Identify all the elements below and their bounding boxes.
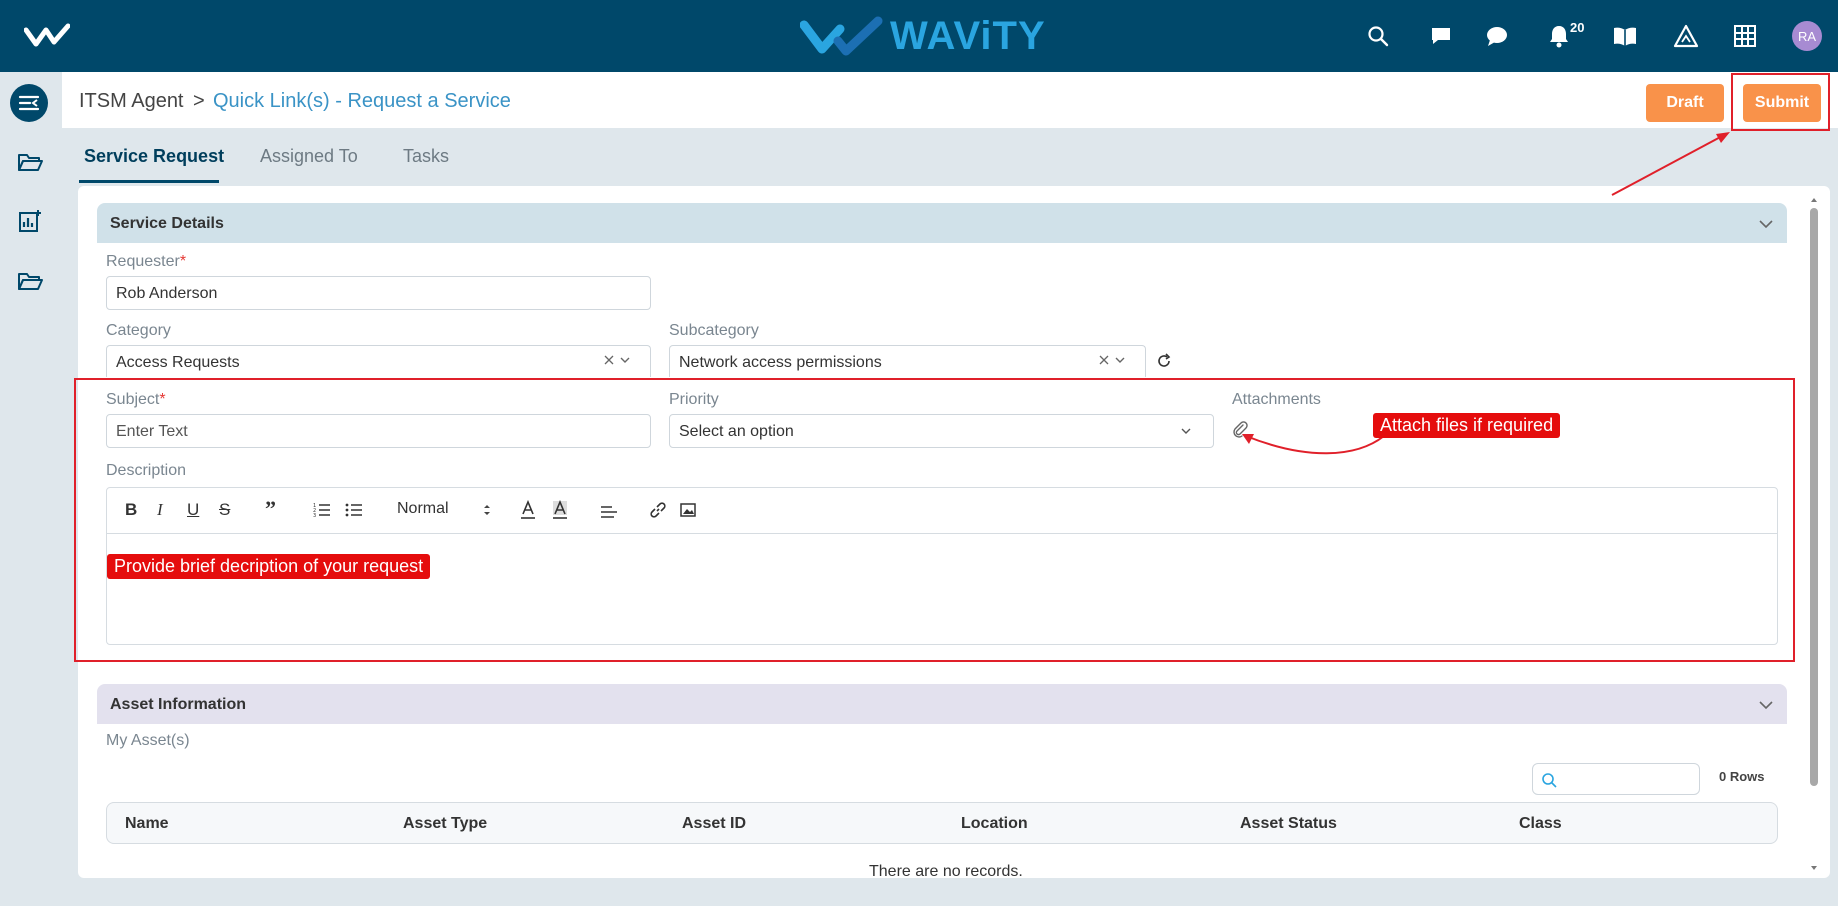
chat-square-icon[interactable] xyxy=(1427,22,1455,50)
active-tab-indicator xyxy=(79,180,219,183)
alert-triangle-icon[interactable] xyxy=(1672,22,1700,50)
column-header-asset-type[interactable]: Asset Type xyxy=(403,815,487,833)
notification-bell-icon[interactable] xyxy=(1545,22,1573,50)
subcategory-controls xyxy=(1098,354,1126,366)
sidebar-collapse-button[interactable] xyxy=(10,84,48,122)
brand-logo: WAViTY xyxy=(800,14,1046,59)
scrollbar-thumb[interactable] xyxy=(1810,208,1818,786)
requester-label-text: Requester xyxy=(106,253,180,270)
search-icon[interactable] xyxy=(1364,22,1392,50)
description-callout: Provide brief decription of your request xyxy=(107,554,431,579)
assets-table-header: Name Asset Type Asset ID Location Asset … xyxy=(106,802,1778,844)
column-header-location[interactable]: Location xyxy=(961,815,1028,833)
sidebar-folder-open-icon[interactable] xyxy=(16,267,44,295)
brand-mark-icon xyxy=(800,16,883,55)
home-logo-icon[interactable] xyxy=(23,22,71,53)
chevron-down-icon[interactable] xyxy=(619,354,631,366)
sidebar-folder-icon[interactable] xyxy=(16,148,44,176)
category-select[interactable]: Access Requests xyxy=(106,345,651,377)
category-controls xyxy=(603,354,631,366)
section-title: Service Details xyxy=(110,215,224,232)
breadcrumb-root[interactable]: ITSM Agent xyxy=(79,90,184,113)
subcategory-value: Network access permissions xyxy=(679,354,882,371)
sidebar-reports-icon[interactable] xyxy=(16,207,44,235)
refresh-icon[interactable] xyxy=(1156,353,1172,374)
tab-bar: Service Request Assigned To Tasks xyxy=(62,128,1838,184)
required-mark: * xyxy=(179,253,187,270)
empty-table-message: There are no records. xyxy=(869,863,1023,880)
section-title: Asset Information xyxy=(110,696,247,713)
column-header-asset-id[interactable]: Asset ID xyxy=(682,815,746,833)
breadcrumb-separator: > xyxy=(193,90,205,112)
column-header-asset-status[interactable]: Asset Status xyxy=(1240,815,1337,833)
notification-count: 20 xyxy=(1570,20,1585,35)
apps-grid-icon[interactable] xyxy=(1731,22,1759,50)
menu-collapse-icon xyxy=(18,95,40,111)
chat-bubble-icon[interactable] xyxy=(1483,22,1511,50)
asset-search-input[interactable] xyxy=(1532,763,1700,795)
subcategory-select[interactable]: Network access permissions xyxy=(669,345,1146,377)
subcategory-label: Subcategory xyxy=(669,322,759,339)
service-details-header[interactable]: Service Details xyxy=(97,203,1787,243)
clear-icon[interactable] xyxy=(603,354,615,366)
requester-field[interactable]: Rob Anderson xyxy=(106,276,651,310)
tab-assigned-to[interactable]: Assigned To xyxy=(260,146,358,167)
column-header-name[interactable]: Name xyxy=(125,815,169,833)
rows-count: 0 Rows xyxy=(1719,769,1765,784)
tab-tasks[interactable]: Tasks xyxy=(403,146,449,167)
top-bar: WAViTY 20 RA xyxy=(0,0,1838,72)
tab-service-request[interactable]: Service Request xyxy=(84,146,224,167)
category-value: Access Requests xyxy=(116,354,240,371)
chevron-down-icon[interactable] xyxy=(1759,697,1773,715)
draft-button[interactable]: Draft xyxy=(1646,84,1724,122)
user-avatar[interactable]: RA xyxy=(1792,21,1822,51)
chevron-down-icon[interactable] xyxy=(1114,354,1126,366)
annotation-arrow-attach xyxy=(1242,434,1385,455)
attach-callout: Attach files if required xyxy=(1373,413,1561,438)
breadcrumb-current[interactable]: Quick Link(s) - Request a Service xyxy=(213,90,511,113)
page-header: ITSM Agent > Quick Link(s) - Request a S… xyxy=(62,72,1838,128)
requester-label: Requester* xyxy=(106,253,186,271)
left-sidebar xyxy=(0,72,62,906)
column-header-class[interactable]: Class xyxy=(1519,815,1562,833)
chevron-down-icon[interactable] xyxy=(1759,216,1773,234)
brand-name: WAViTY xyxy=(890,14,1046,58)
my-assets-label: My Asset(s) xyxy=(106,732,190,749)
asset-info-header[interactable]: Asset Information xyxy=(97,684,1787,724)
category-label: Category xyxy=(106,322,171,339)
highlight-box-submit xyxy=(1731,73,1830,131)
search-icon xyxy=(1542,773,1557,788)
annotation-arrow-submit xyxy=(1611,132,1730,196)
knowledge-book-icon[interactable] xyxy=(1611,22,1639,50)
clear-icon[interactable] xyxy=(1098,354,1110,366)
